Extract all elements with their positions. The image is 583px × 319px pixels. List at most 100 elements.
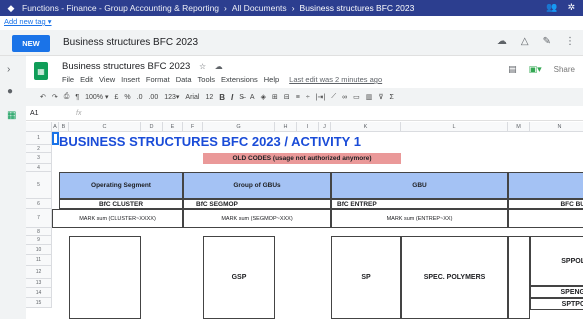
column-header[interactable]: I bbox=[297, 122, 319, 132]
italic-icon[interactable]: I bbox=[231, 93, 233, 102]
column-header[interactable]: N bbox=[530, 122, 583, 132]
comments-icon[interactable]: ▤ bbox=[508, 64, 517, 75]
strikethrough-icon[interactable]: S̶ bbox=[239, 94, 244, 101]
row-header[interactable]: 7 bbox=[26, 209, 52, 228]
breadcrumb-docs[interactable]: All Documents bbox=[232, 3, 287, 13]
row-header[interactable]: 8 bbox=[26, 228, 52, 236]
column-header[interactable]: C bbox=[69, 122, 141, 132]
share-button[interactable]: Share bbox=[554, 65, 575, 74]
sheets-icon[interactable]: ▦ bbox=[7, 110, 16, 121]
merge-icon[interactable]: ⊟ bbox=[284, 93, 290, 101]
borders-icon[interactable]: ⊞ bbox=[272, 93, 278, 101]
edit-icon[interactable]: ✎ bbox=[543, 36, 551, 47]
wrap-icon[interactable]: |⇥| bbox=[316, 93, 326, 101]
column-header[interactable]: H bbox=[275, 122, 297, 132]
bfc-bu: BFC BU bbox=[508, 199, 583, 209]
menu-insert[interactable]: Insert bbox=[121, 75, 140, 84]
meet-icon[interactable]: ▣▾ bbox=[529, 64, 542, 75]
star-icon[interactable]: ☆ bbox=[199, 62, 206, 71]
menu-help[interactable]: Help bbox=[264, 75, 279, 84]
settings-icon[interactable]: ✲ bbox=[567, 2, 575, 13]
bold-icon[interactable]: B bbox=[219, 93, 225, 102]
column-header[interactable]: L bbox=[401, 122, 508, 132]
sheet-title: BUSINESS STRUCTURES BFC 2023 / ACTIVITY … bbox=[59, 134, 361, 149]
paint-format-icon[interactable]: ¶ bbox=[75, 94, 79, 101]
row-header[interactable]: 3 bbox=[26, 153, 52, 164]
gsp-cell: GSP bbox=[203, 236, 275, 319]
spreadsheet-grid[interactable]: A B C D E F G H I J K L M N 1 2 3 4 5 6 … bbox=[26, 122, 583, 319]
breadcrumb-current: Business structures BFC 2023 bbox=[299, 3, 415, 13]
column-header[interactable]: A bbox=[52, 122, 59, 132]
decrease-decimal-button[interactable]: .0 bbox=[137, 94, 143, 101]
currency-button[interactable]: £ bbox=[115, 94, 119, 101]
increase-decimal-button[interactable]: .00 bbox=[148, 94, 158, 101]
chart-icon[interactable]: ▥ bbox=[366, 93, 373, 101]
valign-icon[interactable]: ÷ bbox=[306, 94, 310, 101]
redo-icon[interactable]: ↷ bbox=[52, 93, 58, 101]
row-header[interactable]: 6 bbox=[26, 199, 52, 209]
column-header[interactable]: M bbox=[508, 122, 530, 132]
corner-cell[interactable] bbox=[26, 122, 52, 132]
new-button[interactable]: NEW bbox=[12, 35, 50, 52]
column-header[interactable]: F bbox=[183, 122, 203, 132]
bfc-entrep: BfC ENTREP bbox=[331, 199, 508, 209]
menu-extensions[interactable]: Extensions bbox=[221, 75, 258, 84]
zoom-select[interactable]: 100% ▾ bbox=[85, 93, 108, 101]
functions-icon[interactable]: Σ bbox=[389, 94, 393, 101]
cloud-icon[interactable]: ☁ bbox=[497, 36, 507, 47]
info-icon[interactable]: ● bbox=[7, 86, 13, 97]
more-icon[interactable]: ⋮ bbox=[565, 36, 575, 47]
row-header[interactable]: 10 bbox=[26, 245, 52, 255]
print-icon[interactable]: ⎙ bbox=[64, 93, 70, 101]
row-header[interactable]: 15 bbox=[26, 298, 52, 308]
row-header[interactable]: 12 bbox=[26, 266, 52, 279]
comment-icon[interactable]: ▭ bbox=[353, 93, 360, 101]
row-header[interactable]: 4 bbox=[26, 164, 52, 172]
row-header[interactable]: 2 bbox=[26, 145, 52, 153]
menu-edit[interactable]: Edit bbox=[80, 75, 93, 84]
breadcrumb-parent[interactable]: Functions - Finance - Group Accounting &… bbox=[22, 3, 219, 13]
add-tag-link[interactable]: Add new tag ▾ bbox=[4, 17, 52, 26]
column-header[interactable]: G bbox=[203, 122, 275, 132]
row-header[interactable]: 1 bbox=[26, 132, 52, 145]
selected-cell[interactable] bbox=[52, 132, 59, 145]
row-header[interactable]: 9 bbox=[26, 236, 52, 245]
align-icon[interactable]: ≡ bbox=[296, 94, 300, 101]
row-header[interactable]: 11 bbox=[26, 255, 52, 266]
font-select[interactable]: Arial bbox=[185, 94, 199, 101]
menu-tools[interactable]: Tools bbox=[198, 75, 216, 84]
drive-icon[interactable]: △ bbox=[521, 36, 529, 47]
menu-view[interactable]: View bbox=[99, 75, 115, 84]
row-header[interactable]: 13 bbox=[26, 279, 52, 288]
percent-button[interactable]: % bbox=[124, 94, 130, 101]
cell-reference[interactable]: A1 bbox=[26, 110, 56, 117]
sheet-name-text[interactable]: Business structures BFC 2023 bbox=[62, 61, 190, 72]
undo-icon[interactable]: ↶ bbox=[40, 93, 46, 101]
row-header[interactable]: 5 bbox=[26, 172, 52, 199]
column-header[interactable]: D bbox=[141, 122, 163, 132]
last-edit-link[interactable]: Last edit was 2 minutes ago bbox=[289, 75, 382, 84]
menu-file[interactable]: File bbox=[62, 75, 74, 84]
column-header[interactable]: E bbox=[163, 122, 183, 132]
row-header[interactable]: 14 bbox=[26, 288, 52, 298]
menu-format[interactable]: Format bbox=[146, 75, 170, 84]
users-icon[interactable]: 👥 bbox=[546, 2, 557, 13]
expand-chevron-icon[interactable]: › bbox=[7, 64, 10, 75]
header-operating-segment: Operating Segment bbox=[59, 172, 183, 199]
filter-icon[interactable]: ⊽ bbox=[378, 93, 383, 101]
app-logo-icon[interactable]: ◆ bbox=[0, 3, 22, 14]
menu-data[interactable]: Data bbox=[176, 75, 192, 84]
link-icon[interactable]: ∞ bbox=[342, 94, 347, 101]
font-size-select[interactable]: 12 bbox=[205, 94, 213, 101]
column-header[interactable]: K bbox=[331, 122, 401, 132]
sptpc-cell: SPTPC bbox=[530, 298, 583, 310]
rotate-icon[interactable]: ⟋ bbox=[331, 93, 336, 101]
old-codes-banner: OLD CODES (usage not authorized anymore) bbox=[203, 153, 401, 164]
column-header[interactable]: B bbox=[59, 122, 69, 132]
text-color-icon[interactable]: A bbox=[250, 94, 255, 101]
fill-color-icon[interactable]: ◈ bbox=[261, 93, 266, 101]
breadcrumb-separator-icon: › bbox=[224, 3, 227, 13]
mark-segmop: MARK sum (SEGMOP~XXX) bbox=[183, 209, 331, 228]
column-header[interactable]: J bbox=[319, 122, 331, 132]
number-format-select[interactable]: 123▾ bbox=[164, 93, 179, 101]
